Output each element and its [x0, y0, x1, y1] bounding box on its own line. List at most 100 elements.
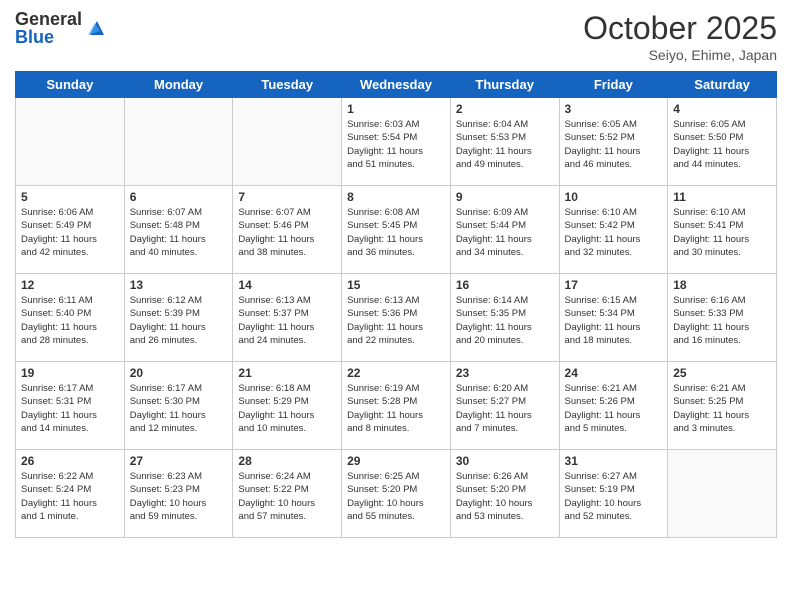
- cell-info: Sunrise: 6:07 AMSunset: 5:48 PMDaylight:…: [130, 206, 228, 259]
- table-cell: 12 Sunrise: 6:11 AMSunset: 5:40 PMDayligh…: [16, 274, 125, 362]
- day-number: 24: [565, 366, 663, 380]
- day-number: 1: [347, 102, 445, 116]
- table-cell: 1 Sunrise: 6:03 AMSunset: 5:54 PMDaylight…: [342, 98, 451, 186]
- day-number: 7: [238, 190, 336, 204]
- cell-info: Sunrise: 6:07 AMSunset: 5:46 PMDaylight:…: [238, 206, 336, 259]
- cell-info: Sunrise: 6:21 AMSunset: 5:25 PMDaylight:…: [673, 382, 771, 435]
- calendar-week-row: 1 Sunrise: 6:03 AMSunset: 5:54 PMDaylight…: [16, 98, 777, 186]
- table-cell: [668, 450, 777, 538]
- cell-info: Sunrise: 6:17 AMSunset: 5:30 PMDaylight:…: [130, 382, 228, 435]
- day-number: 30: [456, 454, 554, 468]
- cell-info: Sunrise: 6:23 AMSunset: 5:23 PMDaylight:…: [130, 470, 228, 523]
- day-number: 29: [347, 454, 445, 468]
- day-number: 9: [456, 190, 554, 204]
- cell-info: Sunrise: 6:10 AMSunset: 5:41 PMDaylight:…: [673, 206, 771, 259]
- table-cell: 29 Sunrise: 6:25 AMSunset: 5:20 PMDayligh…: [342, 450, 451, 538]
- cell-info: Sunrise: 6:05 AMSunset: 5:50 PMDaylight:…: [673, 118, 771, 171]
- cell-info: Sunrise: 6:25 AMSunset: 5:20 PMDaylight:…: [347, 470, 445, 523]
- logo-text: General Blue: [15, 10, 82, 46]
- table-cell: 3 Sunrise: 6:05 AMSunset: 5:52 PMDaylight…: [559, 98, 668, 186]
- cell-info: Sunrise: 6:16 AMSunset: 5:33 PMDaylight:…: [673, 294, 771, 347]
- day-number: 28: [238, 454, 336, 468]
- day-number: 17: [565, 278, 663, 292]
- logo-blue: Blue: [15, 27, 54, 47]
- day-number: 21: [238, 366, 336, 380]
- day-number: 3: [565, 102, 663, 116]
- day-number: 22: [347, 366, 445, 380]
- col-monday: Monday: [124, 72, 233, 98]
- col-saturday: Saturday: [668, 72, 777, 98]
- title-block: October 2025 Seiyo, Ehime, Japan: [583, 10, 777, 63]
- cell-info: Sunrise: 6:12 AMSunset: 5:39 PMDaylight:…: [130, 294, 228, 347]
- table-cell: 14Sunrise: 6:13 AMSunset: 5:37 PMDayligh…: [233, 274, 342, 362]
- cell-info: Sunrise: 6:21 AMSunset: 5:26 PMDaylight:…: [565, 382, 663, 435]
- day-number: 2: [456, 102, 554, 116]
- cell-info: Sunrise: 6:03 AMSunset: 5:54 PMDaylight:…: [347, 118, 445, 171]
- table-cell: 6Sunrise: 6:07 AMSunset: 5:48 PMDaylight…: [124, 186, 233, 274]
- col-thursday: Thursday: [450, 72, 559, 98]
- calendar-week-row: 12 Sunrise: 6:11 AMSunset: 5:40 PMDayligh…: [16, 274, 777, 362]
- table-cell: 31Sunrise: 6:27 AMSunset: 5:19 PMDayligh…: [559, 450, 668, 538]
- day-number: 16: [456, 278, 554, 292]
- calendar-table: Sunday Monday Tuesday Wednesday Thursday…: [15, 71, 777, 538]
- day-number: 23: [456, 366, 554, 380]
- table-cell: [124, 98, 233, 186]
- day-number: 25: [673, 366, 771, 380]
- cell-info: Sunrise: 6:14 AMSunset: 5:35 PMDaylight:…: [456, 294, 554, 347]
- day-number: 31: [565, 454, 663, 468]
- cell-info: Sunrise: 6:05 AMSunset: 5:52 PMDaylight:…: [565, 118, 663, 171]
- day-number: 27: [130, 454, 228, 468]
- cell-info: Sunrise: 6:24 AMSunset: 5:22 PMDaylight:…: [238, 470, 336, 523]
- table-cell: 26Sunrise: 6:22 AMSunset: 5:24 PMDayligh…: [16, 450, 125, 538]
- cell-info: Sunrise: 6:13 AMSunset: 5:37 PMDaylight:…: [238, 294, 336, 347]
- table-cell: 15Sunrise: 6:13 AMSunset: 5:36 PMDayligh…: [342, 274, 451, 362]
- table-cell: 7 Sunrise: 6:07 AMSunset: 5:46 PMDaylight…: [233, 186, 342, 274]
- calendar-week-row: 26Sunrise: 6:22 AMSunset: 5:24 PMDayligh…: [16, 450, 777, 538]
- table-cell: 5 Sunrise: 6:06 AMSunset: 5:49 PMDaylight…: [16, 186, 125, 274]
- page: General Blue October 2025 Seiyo, Ehime, …: [0, 0, 792, 612]
- table-cell: 20 Sunrise: 6:17 AMSunset: 5:30 PMDayligh…: [124, 362, 233, 450]
- table-cell: 9Sunrise: 6:09 AMSunset: 5:44 PMDaylight…: [450, 186, 559, 274]
- cell-info: Sunrise: 6:04 AMSunset: 5:53 PMDaylight:…: [456, 118, 554, 171]
- day-number: 18: [673, 278, 771, 292]
- day-number: 20: [130, 366, 228, 380]
- table-cell: 17Sunrise: 6:15 AMSunset: 5:34 PMDayligh…: [559, 274, 668, 362]
- cell-info: Sunrise: 6:19 AMSunset: 5:28 PMDaylight:…: [347, 382, 445, 435]
- col-wednesday: Wednesday: [342, 72, 451, 98]
- table-cell: 18 Sunrise: 6:16 AMSunset: 5:33 PMDayligh…: [668, 274, 777, 362]
- table-cell: 28 Sunrise: 6:24 AMSunset: 5:22 PMDayligh…: [233, 450, 342, 538]
- table-cell: 25 Sunrise: 6:21 AMSunset: 5:25 PMDayligh…: [668, 362, 777, 450]
- table-cell: 13 Sunrise: 6:12 AMSunset: 5:39 PMDayligh…: [124, 274, 233, 362]
- day-number: 5: [21, 190, 119, 204]
- cell-info: Sunrise: 6:06 AMSunset: 5:49 PMDaylight:…: [21, 206, 119, 259]
- cell-info: Sunrise: 6:26 AMSunset: 5:20 PMDaylight:…: [456, 470, 554, 523]
- calendar-header-row: Sunday Monday Tuesday Wednesday Thursday…: [16, 72, 777, 98]
- day-number: 11: [673, 190, 771, 204]
- logo: General Blue: [15, 10, 108, 46]
- month-title: October 2025: [583, 10, 777, 47]
- table-cell: 22 Sunrise: 6:19 AMSunset: 5:28 PMDayligh…: [342, 362, 451, 450]
- cell-info: Sunrise: 6:18 AMSunset: 5:29 PMDaylight:…: [238, 382, 336, 435]
- cell-info: Sunrise: 6:08 AMSunset: 5:45 PMDaylight:…: [347, 206, 445, 259]
- cell-info: Sunrise: 6:10 AMSunset: 5:42 PMDaylight:…: [565, 206, 663, 259]
- day-number: 26: [21, 454, 119, 468]
- table-cell: 4 Sunrise: 6:05 AMSunset: 5:50 PMDaylight…: [668, 98, 777, 186]
- day-number: 12: [21, 278, 119, 292]
- table-cell: 2 Sunrise: 6:04 AMSunset: 5:53 PMDaylight…: [450, 98, 559, 186]
- table-cell: [233, 98, 342, 186]
- cell-info: Sunrise: 6:13 AMSunset: 5:36 PMDaylight:…: [347, 294, 445, 347]
- table-cell: 24 Sunrise: 6:21 AMSunset: 5:26 PMDayligh…: [559, 362, 668, 450]
- table-cell: 21 Sunrise: 6:18 AMSunset: 5:29 PMDayligh…: [233, 362, 342, 450]
- table-cell: 11 Sunrise: 6:10 AMSunset: 5:41 PMDayligh…: [668, 186, 777, 274]
- cell-info: Sunrise: 6:11 AMSunset: 5:40 PMDaylight:…: [21, 294, 119, 347]
- table-cell: 16 Sunrise: 6:14 AMSunset: 5:35 PMDayligh…: [450, 274, 559, 362]
- day-number: 4: [673, 102, 771, 116]
- col-sunday: Sunday: [16, 72, 125, 98]
- calendar-week-row: 5 Sunrise: 6:06 AMSunset: 5:49 PMDaylight…: [16, 186, 777, 274]
- table-cell: 19Sunrise: 6:17 AMSunset: 5:31 PMDayligh…: [16, 362, 125, 450]
- day-number: 8: [347, 190, 445, 204]
- cell-info: Sunrise: 6:17 AMSunset: 5:31 PMDaylight:…: [21, 382, 119, 435]
- day-number: 13: [130, 278, 228, 292]
- logo-general: General: [15, 9, 82, 29]
- table-cell: [16, 98, 125, 186]
